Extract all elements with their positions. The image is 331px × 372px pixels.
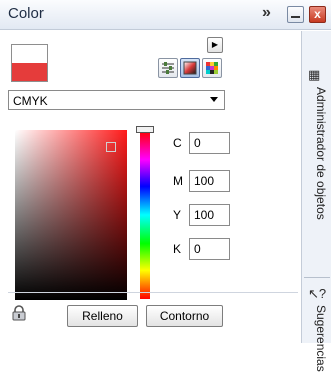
options-menu-button[interactable]: ▶ [207, 37, 223, 53]
collapse-docker-icon[interactable]: » [262, 4, 271, 22]
triangle-right-icon: ▶ [211, 40, 219, 49]
tab-hints[interactable]: Sugerencias [306, 305, 328, 372]
title-bar: Color » x [0, 0, 331, 30]
object-manager-icon: ▦ [308, 67, 321, 82]
tab-divider [304, 277, 330, 278]
channel-label-m: M [173, 174, 183, 188]
lock-button[interactable] [11, 305, 27, 321]
channel-input-k[interactable]: 0 [189, 238, 230, 260]
sliders-icon [162, 62, 174, 74]
minimize-button[interactable] [287, 6, 304, 23]
color-picker-area[interactable] [15, 130, 127, 300]
picker-cursor[interactable] [106, 142, 116, 152]
hints-icon: ↖? [308, 286, 327, 301]
outline-button[interactable]: Contorno [146, 305, 223, 327]
current-color-fill [12, 63, 47, 81]
color-viewer-button[interactable] [180, 58, 200, 78]
channel-label-k: K [173, 242, 182, 256]
color-viewer-icon [183, 61, 197, 75]
channel-input-c[interactable]: 0 [189, 132, 230, 154]
channel-input-m[interactable]: 100 [189, 170, 230, 192]
color-model-select[interactable]: CMYK [8, 90, 225, 110]
channel-label-c: C [173, 136, 182, 150]
color-model-value: CMYK [13, 94, 48, 108]
tab-object-manager[interactable]: Administrador de objetos [306, 87, 328, 220]
close-button[interactable]: x [309, 6, 326, 23]
palettes-button[interactable] [202, 58, 222, 78]
channel-label-y: Y [173, 208, 182, 222]
chevron-down-icon [210, 97, 218, 102]
window-title: Color [8, 5, 44, 22]
hue-slider-handle[interactable] [136, 126, 154, 133]
current-color-swatch [11, 44, 48, 82]
channel-input-y[interactable]: 100 [189, 204, 230, 226]
lock-icon [12, 305, 26, 321]
fill-button[interactable]: Relleno [67, 305, 138, 327]
hue-slider[interactable] [140, 131, 150, 299]
sliders-view-button[interactable] [158, 58, 178, 78]
palette-grid-icon [206, 62, 218, 74]
panel-divider [8, 292, 298, 293]
docker-tab-strip: ▦ Administrador de objetos ↖? Sugerencia… [301, 31, 331, 372]
